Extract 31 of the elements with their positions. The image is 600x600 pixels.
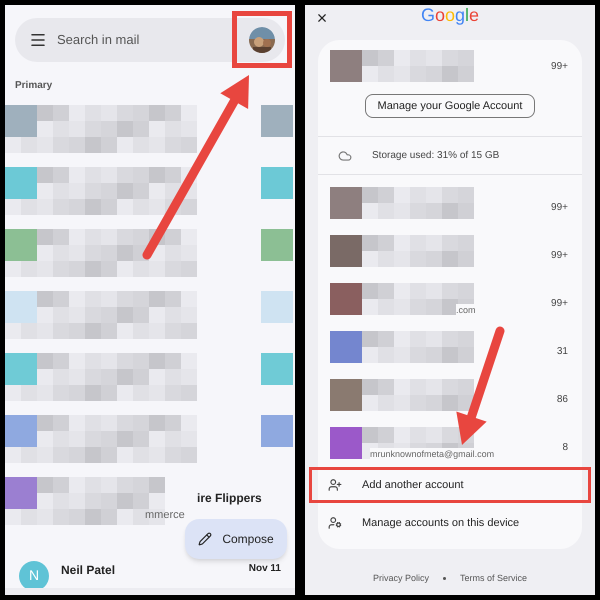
unread-count: 86 bbox=[556, 393, 568, 407]
compose-button[interactable]: Compose bbox=[185, 519, 287, 559]
unread-count: 99+ bbox=[551, 297, 568, 311]
email-address: mrunknownofmeta@gmail.com bbox=[370, 448, 494, 461]
manage-account-button[interactable]: Manage your Google Account bbox=[364, 94, 536, 118]
email-address: .com bbox=[456, 304, 476, 317]
search-bar[interactable]: Search in mail bbox=[15, 18, 285, 62]
sender-name: Neil Patel bbox=[61, 562, 116, 579]
unread-count: 31 bbox=[556, 345, 568, 359]
unread-count: 99+ bbox=[551, 249, 568, 263]
footer-link[interactable]: Terms of Service bbox=[460, 572, 528, 585]
account-action[interactable]: Manage accounts on this device bbox=[309, 505, 591, 541]
sender-name: ire Flippers bbox=[197, 490, 262, 507]
footer-link[interactable]: Privacy Policy bbox=[372, 572, 429, 585]
email-date: Nov 11 bbox=[248, 562, 281, 576]
account-action[interactable]: Add another account bbox=[309, 467, 591, 503]
pencil-icon bbox=[198, 532, 212, 546]
email-snippet: mmerce bbox=[145, 508, 185, 523]
add-person-icon bbox=[328, 478, 342, 492]
search-field[interactable]: Search in mail bbox=[57, 30, 239, 50]
unread-count: 8 bbox=[562, 441, 568, 455]
google-logo: Google bbox=[420, 4, 480, 27]
unread-count: 99+ bbox=[551, 60, 568, 74]
cloud-icon bbox=[338, 148, 352, 162]
unread-count: 99+ bbox=[551, 201, 568, 215]
menu-icon[interactable] bbox=[29, 31, 47, 49]
avatar: N bbox=[19, 561, 49, 591]
section-label: Primary bbox=[15, 79, 54, 93]
close-button[interactable]: × bbox=[313, 8, 331, 28]
person-settings-icon bbox=[328, 516, 342, 530]
storage-text: Storage used: 31% of 15 GB bbox=[372, 149, 500, 163]
